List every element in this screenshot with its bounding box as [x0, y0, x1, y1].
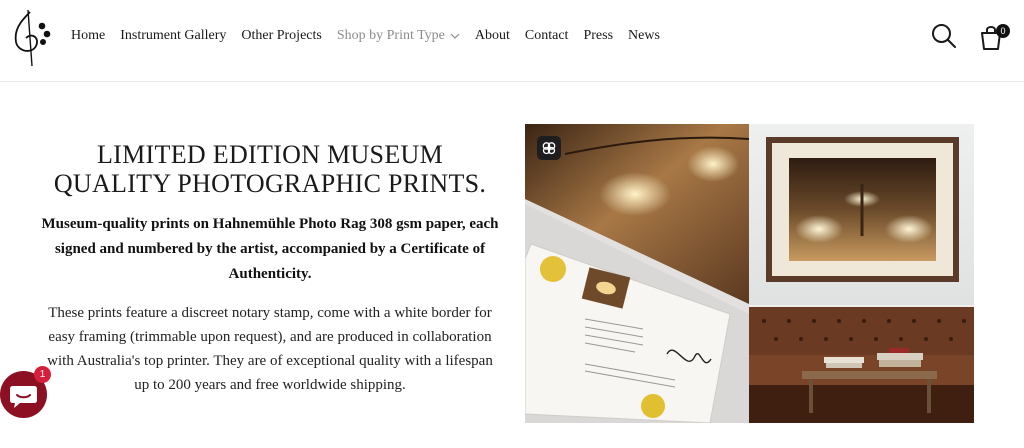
- brain-icon: [542, 142, 556, 155]
- hero-text: LIMITED EDITION MUSEUM QUALITY PHOTOGRAP…: [40, 140, 500, 397]
- page-title: LIMITED EDITION MUSEUM QUALITY PHOTOGRAP…: [40, 140, 500, 198]
- product-image-collage[interactable]: [525, 124, 974, 423]
- prints-and-certificate-image: [525, 124, 749, 423]
- search-icon: [932, 24, 956, 48]
- ai-generated-badge: [537, 136, 561, 160]
- search-button[interactable]: [930, 22, 958, 50]
- nav-press[interactable]: Press: [583, 28, 613, 44]
- nav-other-projects[interactable]: Other Projects: [241, 28, 321, 44]
- framed-print-image: [749, 124, 974, 305]
- nav-contact[interactable]: Contact: [525, 28, 569, 44]
- cart-button[interactable]: 0: [978, 22, 1010, 52]
- nav-instrument-gallery[interactable]: Instrument Gallery: [120, 28, 226, 44]
- chevron-down-icon: [450, 33, 460, 39]
- chat-badge: 1: [34, 366, 51, 383]
- cart-count-badge: 0: [996, 24, 1010, 38]
- treble-clef-logo[interactable]: [10, 8, 56, 68]
- site-header: Home Instrument Gallery Other Projects S…: [0, 0, 1024, 82]
- main-nav: Home Instrument Gallery Other Projects S…: [71, 28, 675, 44]
- body-paragraph: These prints feature a discreet notary s…: [47, 305, 493, 393]
- nav-about[interactable]: About: [475, 28, 510, 44]
- nav-shop-by-print-type[interactable]: Shop by Print Type: [337, 28, 460, 44]
- title-line-2: QUALITY PHOTOGRAPHIC PRINTS.: [53, 169, 487, 198]
- lead-paragraph: Museum-quality prints on Hahnemühle Phot…: [41, 216, 499, 282]
- title-line-1: LIMITED EDITION MUSEUM: [97, 140, 443, 169]
- nav-home[interactable]: Home: [71, 28, 105, 44]
- nav-news[interactable]: News: [628, 28, 660, 44]
- nav-shop-by-print-type-label: Shop by Print Type: [336, 28, 445, 43]
- sofa-scene-image: [749, 307, 974, 423]
